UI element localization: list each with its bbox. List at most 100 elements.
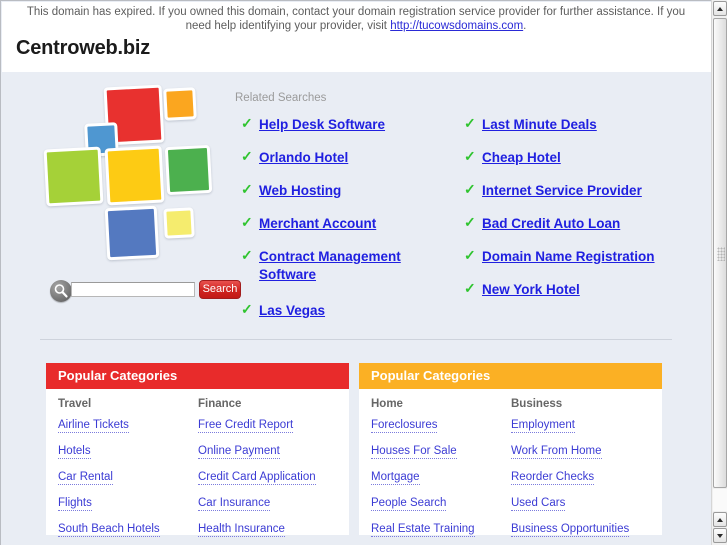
logo-tile-yellow-light: [163, 207, 195, 239]
colored-squares-mosaic-logo: [38, 82, 218, 277]
related-search-item[interactable]: ✓ Contract Management Software: [241, 248, 456, 284]
related-search-link[interactable]: Internet Service Provider: [482, 183, 642, 198]
category-column-travel: Travel Airline Tickets Hotels Car Rental…: [58, 398, 198, 545]
category-column-finance: Finance Free Credit Report Online Paymen…: [198, 398, 338, 545]
section-divider: [40, 339, 672, 340]
category-link[interactable]: Used Cars: [511, 497, 566, 511]
page-title: Centroweb.biz: [16, 37, 151, 59]
related-search-link[interactable]: Help Desk Software: [259, 117, 385, 132]
checkmark-icon: ✓: [241, 301, 253, 317]
related-search-item[interactable]: ✓ New York Hotel: [464, 281, 694, 299]
checkmark-icon: ✓: [464, 181, 476, 197]
browser-page: This domain has expired. If you owned th…: [0, 0, 727, 545]
related-search-item[interactable]: ✓ Bad Credit Auto Loan: [464, 215, 694, 233]
logo-tile-green: [164, 144, 213, 196]
related-search-link[interactable]: Web Hosting: [259, 183, 341, 198]
checkmark-icon: ✓: [464, 115, 476, 131]
category-link[interactable]: Car Insurance: [198, 497, 271, 511]
logo-tile-orange: [163, 87, 197, 121]
checkmark-icon: ✓: [464, 280, 476, 296]
category-link[interactable]: Car Rental: [58, 471, 113, 485]
scrollbar-thumb[interactable]: [713, 18, 727, 488]
logo-tile-blue: [104, 205, 160, 261]
checkmark-icon: ✓: [464, 247, 476, 263]
category-link[interactable]: Foreclosures: [371, 419, 438, 433]
category-link[interactable]: Flights: [58, 497, 92, 511]
main-content: Search Related Searches ✓ Help Desk Soft…: [2, 72, 711, 545]
checkmark-icon: ✓: [241, 115, 253, 131]
panel-body: Home Foreclosures Houses For Sale Mortga…: [359, 389, 662, 545]
related-search-link[interactable]: Cheap Hotel: [482, 150, 561, 165]
related-search-link[interactable]: Contract Management Software: [259, 249, 401, 282]
expired-domain-notice: This domain has expired. If you owned th…: [2, 2, 711, 72]
scroll-up-arrow-icon: [717, 7, 723, 11]
search-input[interactable]: [71, 282, 195, 297]
category-link[interactable]: Real Estate Training: [371, 523, 475, 537]
category-link[interactable]: Work From Home: [511, 445, 602, 459]
related-search-item[interactable]: ✓ Internet Service Provider: [464, 182, 694, 200]
scroll-up-button[interactable]: [713, 1, 727, 16]
vertical-scrollbar[interactable]: [711, 0, 727, 545]
notice-text: This domain has expired. If you owned th…: [20, 5, 692, 33]
scrollbar-grip-icon: [717, 247, 725, 261]
checkmark-icon: ✓: [241, 247, 253, 263]
related-search-item[interactable]: ✓ Help Desk Software: [241, 116, 456, 134]
scrollbar-track[interactable]: [713, 489, 727, 511]
checkmark-icon: ✓: [241, 148, 253, 164]
category-link[interactable]: Credit Card Application: [198, 471, 316, 485]
category-link[interactable]: Free Credit Report: [198, 419, 294, 433]
related-search-link[interactable]: Last Minute Deals: [482, 117, 597, 132]
category-link[interactable]: Health Insurance: [198, 523, 285, 537]
related-search-item[interactable]: ✓ Orlando Hotel: [241, 149, 456, 167]
category-link[interactable]: Reorder Checks: [511, 471, 595, 485]
checkmark-icon: ✓: [241, 214, 253, 230]
notice-text-before: This domain has expired. If you owned th…: [26, 6, 686, 32]
notice-text-after: .: [523, 20, 527, 32]
scroll-up-button-bottom[interactable]: [713, 512, 727, 527]
category-column-business: Business Employment Work From Home Reord…: [511, 398, 651, 545]
related-search-link[interactable]: Las Vegas: [259, 303, 325, 318]
related-search-item[interactable]: ✓ Last Minute Deals: [464, 116, 694, 134]
related-searches-column-left: ✓ Help Desk Software ✓ Orlando Hotel ✓ W…: [241, 116, 456, 335]
panel-header-title: Popular Categories: [359, 363, 662, 389]
checkmark-icon: ✓: [464, 148, 476, 164]
page-viewport: This domain has expired. If you owned th…: [0, 0, 711, 545]
related-search-link[interactable]: Bad Credit Auto Loan: [482, 216, 620, 231]
related-search-link[interactable]: Domain Name Registration: [482, 249, 655, 264]
logo-tile-yellow: [104, 145, 165, 206]
related-search-link[interactable]: Merchant Account: [259, 216, 376, 231]
related-search-item[interactable]: ✓ Web Hosting: [241, 182, 456, 200]
search-bar: Search: [14, 279, 241, 305]
category-title: Business: [511, 398, 563, 410]
category-link[interactable]: South Beach Hotels: [58, 523, 160, 537]
related-searches-column-right: ✓ Last Minute Deals ✓ Cheap Hotel ✓ Inte…: [464, 116, 694, 314]
tucows-domains-link[interactable]: http://tucowsdomains.com: [390, 20, 523, 32]
checkmark-icon: ✓: [464, 214, 476, 230]
scroll-up-arrow-icon: [717, 518, 723, 522]
related-search-link[interactable]: New York Hotel: [482, 282, 580, 297]
scroll-down-arrow-icon: [717, 534, 723, 538]
category-title: Travel: [58, 398, 92, 410]
category-link[interactable]: Mortgage: [371, 471, 420, 485]
category-link[interactable]: Employment: [511, 419, 575, 433]
scroll-down-button[interactable]: [713, 528, 727, 543]
magnifier-icon: [50, 280, 72, 302]
related-search-link[interactable]: Orlando Hotel: [259, 150, 348, 165]
logo-tile-green-light: [43, 146, 104, 207]
search-button[interactable]: Search: [199, 280, 241, 299]
category-link[interactable]: Business Opportunities: [511, 523, 630, 537]
popular-categories-panel-left: Popular Categories Travel Airline Ticket…: [46, 363, 349, 537]
related-search-item[interactable]: ✓ Cheap Hotel: [464, 149, 694, 167]
category-link[interactable]: People Search: [371, 497, 447, 511]
category-link[interactable]: Hotels: [58, 445, 91, 459]
category-column-home: Home Foreclosures Houses For Sale Mortga…: [371, 398, 511, 545]
panel-header-title: Popular Categories: [46, 363, 349, 389]
category-link[interactable]: Online Payment: [198, 445, 280, 459]
category-link[interactable]: Houses For Sale: [371, 445, 457, 459]
related-search-item[interactable]: ✓ Merchant Account: [241, 215, 456, 233]
related-search-item[interactable]: ✓ Las Vegas: [241, 302, 456, 320]
related-search-item[interactable]: ✓ Domain Name Registration: [464, 248, 694, 266]
category-title: Finance: [198, 398, 242, 410]
checkmark-icon: ✓: [241, 181, 253, 197]
category-link[interactable]: Airline Tickets: [58, 419, 129, 433]
